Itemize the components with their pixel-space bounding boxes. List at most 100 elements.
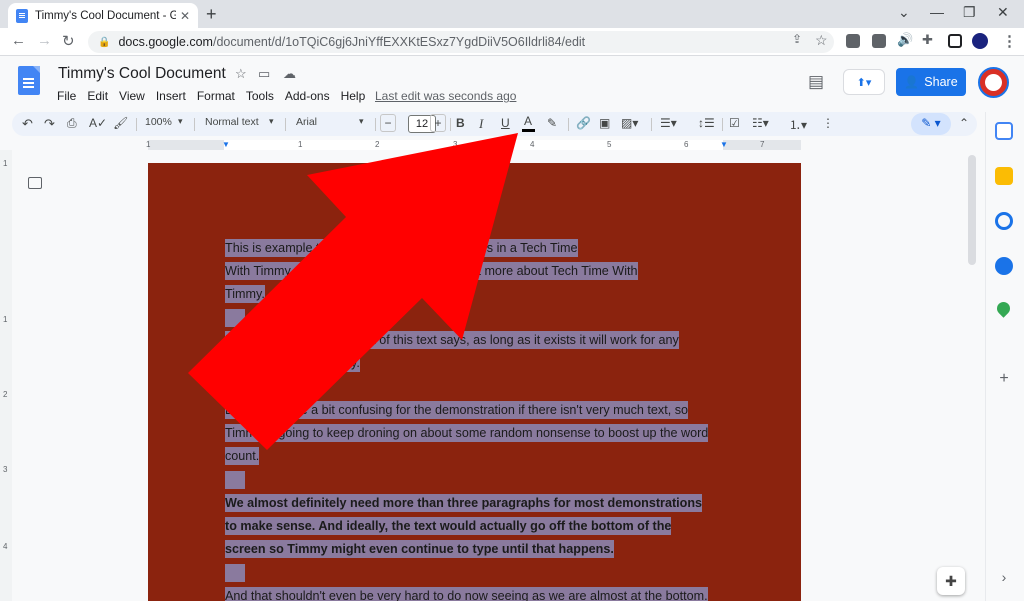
spellcheck-icon[interactable]: A✓ xyxy=(89,116,107,130)
menu-format[interactable]: Format xyxy=(197,89,235,103)
share-button[interactable]: 👤 Share xyxy=(896,68,966,96)
close-window-button[interactable]: ✕ xyxy=(997,4,1009,21)
last-edit-link[interactable]: Last edit was seconds ago xyxy=(375,89,516,103)
paragraph-4[interactable]: We almost definitely need more than thre… xyxy=(225,492,725,561)
underline-button[interactable]: U xyxy=(501,116,510,130)
menu-file[interactable]: File xyxy=(57,89,76,103)
numbered-list-icon[interactable]: ⒈▾ xyxy=(789,116,807,133)
tab-search-icon[interactable]: ⌄ xyxy=(898,4,910,21)
document-title[interactable]: Timmy's Cool Document xyxy=(58,65,226,83)
url-path: /document/d/1oTQiC6gj6JniYffEXXKtESxz7Yg… xyxy=(212,35,586,49)
address-bar[interactable]: 🔒 docs.google.com/document/d/1oTQiC6gj6J… xyxy=(88,31,834,53)
extension-camera-icon[interactable] xyxy=(872,34,886,48)
menu-insert[interactable]: Insert xyxy=(156,89,186,103)
horizontal-ruler[interactable]: 1 ▼ 1 2 3 4 5 6 ▼ 7 xyxy=(146,140,801,150)
forward-arrow-icon[interactable]: → xyxy=(37,32,52,49)
insert-link-icon[interactable]: 🔗 xyxy=(576,116,591,130)
account-avatar[interactable] xyxy=(978,67,1009,98)
menu-view[interactable]: View xyxy=(119,89,145,103)
menu-help[interactable]: Help xyxy=(341,89,366,103)
paragraph-style-select[interactable]: Normal text xyxy=(205,116,259,128)
minimize-button[interactable]: — xyxy=(930,4,944,20)
browser-menu-icon[interactable]: ⋮ xyxy=(1002,32,1017,50)
collapse-menus-icon[interactable]: ⌃ xyxy=(959,116,969,130)
expand-panel-icon[interactable]: › xyxy=(995,568,1013,586)
toolbar-divider xyxy=(450,118,451,131)
menu-addons[interactable]: Add-ons xyxy=(285,89,330,103)
checklist-icon[interactable]: ☑ xyxy=(729,116,740,130)
ruler-number: 2 xyxy=(375,140,380,149)
browser-tab[interactable]: Timmy's Cool Document - Googl ✕ xyxy=(8,3,198,28)
tasks-icon[interactable] xyxy=(995,212,1013,230)
share-page-icon[interactable]: ⇪ xyxy=(792,32,802,46)
bookmark-star-icon[interactable]: ☆ xyxy=(815,32,828,49)
side-panel-icon[interactable] xyxy=(948,34,962,48)
bold-button[interactable]: B xyxy=(456,116,465,130)
star-icon[interactable]: ☆ xyxy=(235,66,247,82)
keep-icon[interactable] xyxy=(995,167,1013,185)
calendar-icon[interactable] xyxy=(995,122,1013,140)
print-icon[interactable]: ⎙ xyxy=(67,116,77,131)
vertical-ruler[interactable]: 1 1 2 3 4 xyxy=(0,150,12,601)
chevron-down-icon[interactable]: ▾ xyxy=(178,116,183,127)
present-icon: ⬆▾ xyxy=(856,76,872,89)
explore-icon: ✚ xyxy=(945,572,957,589)
ruler-number: 1 xyxy=(298,140,303,149)
profile-avatar-icon[interactable] xyxy=(972,33,988,49)
lock-icon[interactable]: 🔒 xyxy=(98,37,110,48)
paragraph-2[interactable]: It doesn't matter what most of this text… xyxy=(225,329,725,375)
zoom-select[interactable]: 100% xyxy=(145,116,172,128)
menu-edit[interactable]: Edit xyxy=(87,89,108,103)
text-color-swatch xyxy=(522,129,535,132)
bulleted-list-icon[interactable]: ☷▾ xyxy=(752,116,769,130)
paragraph-3[interactable]: But it would be a bit confusing for the … xyxy=(225,399,725,468)
left-indent-marker-icon[interactable]: ▼ xyxy=(222,140,230,149)
audio-playing-icon[interactable]: 🔊 xyxy=(897,32,913,48)
redo-icon[interactable]: ↷ xyxy=(44,116,55,132)
extensions-puzzle-icon[interactable]: ✚ xyxy=(922,32,933,48)
text-line: We almost definitely need more than thre… xyxy=(225,494,703,512)
menu-tools[interactable]: Tools xyxy=(246,89,274,103)
italic-button[interactable]: I xyxy=(479,116,483,132)
present-button[interactable]: ⬆▾ xyxy=(843,69,885,95)
paragraph-5[interactable]: And that shouldn't even be very hard to … xyxy=(225,585,725,601)
insert-image-icon[interactable]: ▨▾ xyxy=(621,116,638,130)
cloud-saved-icon[interactable]: ☁ xyxy=(283,66,296,82)
undo-icon[interactable]: ↶ xyxy=(22,116,33,132)
line-spacing-icon[interactable]: ↕☰ xyxy=(698,116,715,130)
browser-toolbar: ← → ↻ 🔒 docs.google.com/document/d/1oTQi… xyxy=(0,28,1024,56)
more-options-icon[interactable]: ⋮ xyxy=(822,116,834,130)
extension-gamepad-icon[interactable] xyxy=(846,34,860,48)
chevron-down-icon[interactable]: ▾ xyxy=(359,116,364,127)
new-tab-button[interactable]: + xyxy=(206,4,217,25)
editing-mode-button[interactable]: ✎ ▾ xyxy=(911,113,951,135)
align-icon[interactable]: ☰▾ xyxy=(660,116,677,130)
reload-icon[interactable]: ↻ xyxy=(62,32,75,50)
comment-history-icon[interactable]: ▤ xyxy=(808,72,824,92)
back-arrow-icon[interactable]: ← xyxy=(11,32,26,49)
chevron-down-icon[interactable]: ▾ xyxy=(269,116,274,127)
text-line: It doesn't matter what most of this text… xyxy=(225,331,679,349)
text-line: Timmy is going to keep droning on about … xyxy=(225,424,709,442)
highlight-pen-icon[interactable]: ✎ xyxy=(547,116,557,130)
text-color-button[interactable]: A xyxy=(524,114,532,128)
document-outline-icon[interactable] xyxy=(28,177,42,189)
increase-font-size-button[interactable]: + xyxy=(430,114,446,132)
explore-button[interactable]: ✚ xyxy=(937,567,965,595)
decrease-font-size-button[interactable]: − xyxy=(380,114,396,132)
paragraph-1[interactable]: This is example text for demonstration p… xyxy=(225,237,725,306)
google-docs-logo-icon[interactable] xyxy=(18,66,40,95)
document-page[interactable]: This is example text for demonstration p… xyxy=(148,163,801,601)
add-addon-icon[interactable]: + xyxy=(995,370,1013,388)
maps-icon[interactable] xyxy=(994,299,1013,318)
font-family-select[interactable]: Arial xyxy=(296,116,317,128)
restore-button[interactable]: ❐ xyxy=(963,4,976,21)
document-scrollbar[interactable] xyxy=(968,155,976,265)
paint-format-icon[interactable]: 🖌 xyxy=(113,116,128,130)
right-indent-marker-icon[interactable]: ▼ xyxy=(720,140,728,149)
move-folder-icon[interactable]: ▭ xyxy=(258,66,270,82)
toolbar-divider xyxy=(722,118,723,131)
contacts-icon[interactable] xyxy=(995,257,1013,275)
add-comment-icon[interactable]: ▣ xyxy=(599,116,610,130)
close-tab-icon[interactable]: ✕ xyxy=(180,9,190,23)
